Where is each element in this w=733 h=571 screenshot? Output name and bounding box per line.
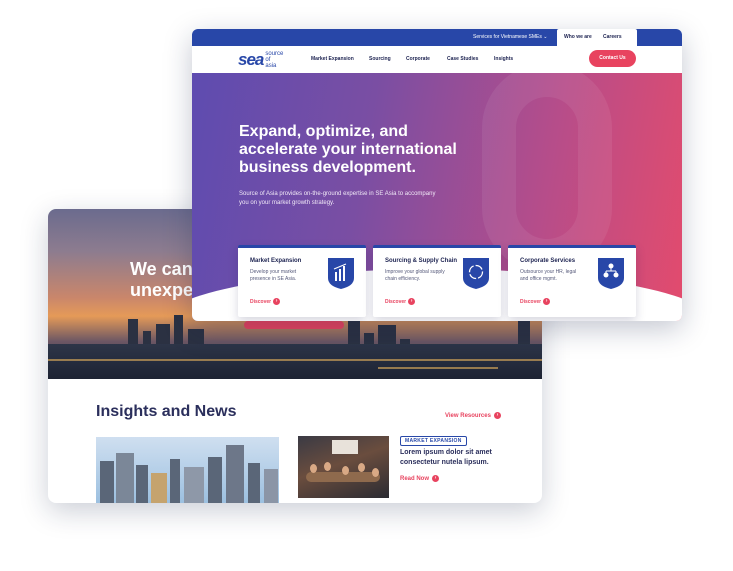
logo-mark: sea [238,50,264,69]
bar-chart-icon [328,258,354,289]
contact-us-button[interactable]: Contact Us [589,50,636,67]
discover-link[interactable]: Discover › [385,298,416,305]
services-dropdown[interactable]: Services for Vietnamese SMEs ⌄ [473,34,547,40]
nav-corporate[interactable]: Corporate [406,56,430,62]
article-title[interactable]: Lorem ipsum dolor sit amet consectetur n… [400,448,510,468]
nav-case-studies[interactable]: Case Studies [447,56,478,62]
insights-section-title: Insights and News [96,403,237,420]
nav-market-expansion[interactable]: Market Expansion [311,56,354,62]
read-now-label: Read Now [400,475,430,482]
service-description: Outsource your HR, legal and office mgmt… [520,269,577,282]
hero-subtext: Source of Asia provides on-the-ground ex… [239,191,436,206]
service-title: Corporate Services [520,258,576,264]
back-hero-cta-button[interactable] [244,321,344,329]
decorative-o-shape [482,73,612,273]
front-page-preview: Services for Vietnamese SMEs ⌄ Who we ar… [192,29,682,321]
arrow-right-icon: › [543,298,551,305]
utility-tabs: Who we are Careers [557,29,637,46]
who-we-are-link[interactable]: Who we are [564,34,592,40]
article-thumbnail-meeting[interactable] [298,436,389,498]
back-hero-heading: We can unexpe [130,259,194,300]
discover-link[interactable]: Discover › [520,298,551,305]
view-resources-label: View Resources [445,412,491,419]
careers-link[interactable]: Careers [603,34,622,40]
service-title: Sourcing & Supply Chain [385,258,458,264]
arrow-right-icon: › [432,475,440,482]
discover-link[interactable]: Discover › [250,298,281,305]
main-navbar: sea source of asia Market Expansion Sour… [192,46,682,73]
view-resources-link[interactable]: View Resources › [445,412,501,419]
nav-sourcing[interactable]: Sourcing [369,56,391,62]
service-card-sourcing[interactable]: Sourcing & Supply Chain Improve your glo… [373,245,501,317]
article-thumbnail-skyline[interactable] [96,437,279,503]
chevron-down-icon: ⌄ [543,34,548,40]
top-utility-bar: Services for Vietnamese SMEs ⌄ Who we ar… [192,29,682,46]
stage: We can unexpe Insights and News View Res… [0,0,733,571]
read-now-link[interactable]: Read Now › [400,475,440,482]
service-card-corporate[interactable]: Corporate Services Outsource your HR, le… [508,245,636,317]
nav-insights[interactable]: Insights [494,56,513,62]
service-card-market-expansion[interactable]: Market Expansion Develop your market pre… [238,245,366,317]
arrow-right-icon: › [408,298,416,305]
logo-wordmark: source of asia [265,51,284,69]
arrow-right-icon: › [273,298,281,305]
source-of-asia-logo[interactable]: sea source of asia [238,50,283,70]
hero-headline: Expand, optimize, and accelerate your in… [239,123,457,176]
org-chart-icon [598,258,624,289]
service-description: Develop your market presence in SE Asia. [250,269,297,282]
service-title: Market Expansion [250,258,302,264]
service-description: Improve your global supply chain efficie… [385,269,445,282]
cycle-icon [463,258,489,289]
arrow-right-icon: › [493,412,501,419]
category-badge: MARKET EXPANSION [400,436,467,446]
